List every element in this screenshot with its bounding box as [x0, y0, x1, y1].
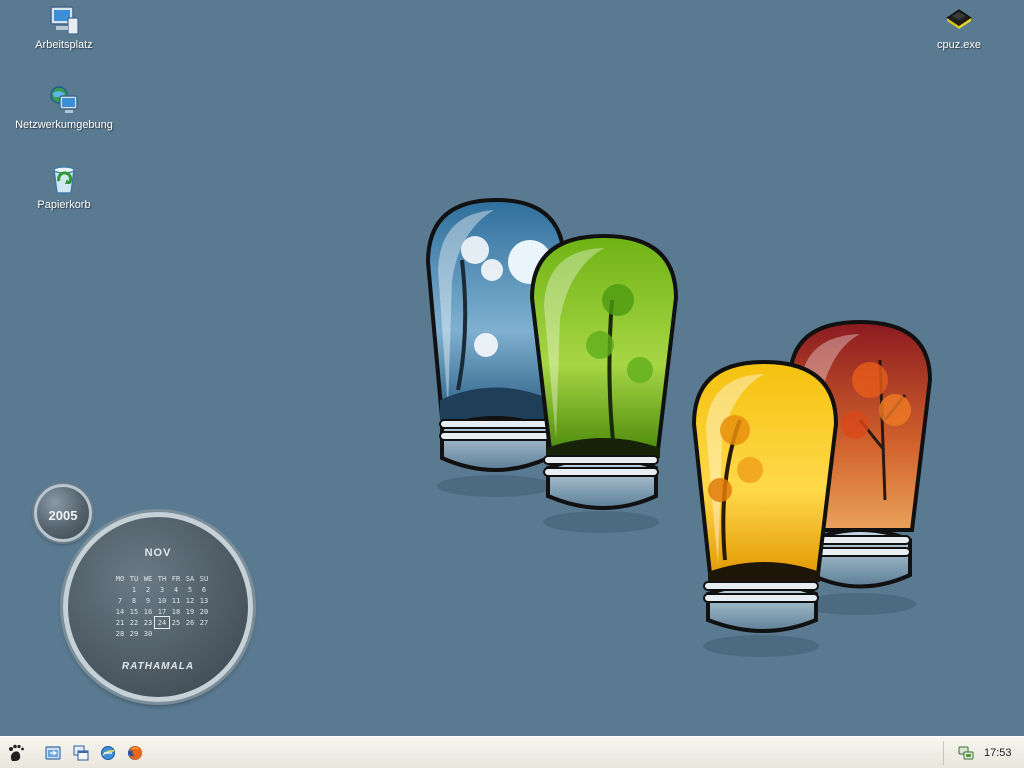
calendar-day — [169, 628, 183, 639]
calendar-day: 12 — [185, 596, 195, 605]
calendar-day: 25 — [171, 618, 181, 627]
calendar-weekday: SA — [185, 574, 195, 583]
firefox-icon — [128, 746, 142, 760]
calendar-week-row: 28 29 30 — [113, 628, 211, 639]
calendar-widget: NOV MO TU WE TH FR SA SU 1 2 3 4 5 6 7 8… — [63, 512, 253, 702]
cpu-chip-icon — [946, 9, 972, 29]
calendar-weekday: SU — [199, 574, 209, 583]
calendar-day: 29 — [129, 629, 139, 638]
desktop-icon-arbeitsplatz[interactable]: Arbeitsplatz — [9, 4, 119, 51]
window-switch-icon — [73, 745, 89, 761]
calendar-weekday: WE — [143, 574, 153, 583]
calendar-day: 27 — [199, 618, 209, 627]
calendar-day: 15 — [129, 607, 139, 616]
calendar-week-row: 1 2 3 4 5 6 — [113, 584, 211, 595]
desktop-icon-label: Arbeitsplatz — [35, 39, 93, 51]
calendar-day — [155, 628, 169, 639]
quick-launch-window-switch[interactable] — [71, 743, 91, 763]
quick-launch-internet-explorer[interactable] — [98, 743, 118, 763]
calendar-day: 8 — [131, 596, 137, 605]
calendar-weekday: MO — [115, 574, 125, 583]
calendar-day: 3 — [159, 585, 165, 594]
calendar-day: 28 — [115, 629, 125, 638]
calendar-day: 26 — [185, 618, 195, 627]
quick-launch-firefox[interactable] — [125, 743, 145, 763]
calendar-grid: MO TU WE TH FR SA SU 1 2 3 4 5 6 7 8 9 1… — [113, 573, 211, 639]
calendar-day: 6 — [201, 585, 207, 594]
calendar-year-bubble: 2005 — [34, 484, 92, 542]
calendar-day: 10 — [157, 596, 167, 605]
calendar-day: 4 — [173, 585, 179, 594]
calendar-day: 20 — [199, 607, 209, 616]
calendar-day: 16 — [143, 607, 153, 616]
taskbar: 17:53 — [0, 736, 1024, 768]
calendar-day: 21 — [115, 618, 125, 627]
calendar-week-row: 7 8 9 10 11 12 13 — [113, 595, 211, 606]
calendar-day: 1 — [131, 585, 137, 594]
calendar-weekday: TH — [157, 574, 167, 583]
calendar-day: 18 — [171, 607, 181, 616]
calendar-day: 2 — [145, 585, 151, 594]
calendar-day: 17 — [157, 607, 167, 616]
desktop-icon-label: Netzwerkumgebung — [15, 119, 113, 131]
calendar-weekday-row: MO TU WE TH FR SA SU — [113, 573, 211, 584]
gnome-foot-icon — [9, 744, 24, 761]
calendar-day: 11 — [171, 596, 181, 605]
calendar-week-row: 14 15 16 17 18 19 20 — [113, 606, 211, 617]
desktop-icon-label: cpuz.exe — [936, 39, 982, 51]
calendar-day — [197, 628, 211, 639]
calendar-day: 22 — [129, 618, 139, 627]
calendar-day — [113, 584, 127, 595]
calendar-weekday: FR — [171, 574, 181, 583]
start-button[interactable] — [6, 743, 26, 763]
calendar-day: 5 — [187, 585, 193, 594]
desktop-icon-papierkorb[interactable]: Papierkorb — [9, 164, 119, 211]
desktop: Arbeitsplatz Netzwerkumgebung Papierkorb… — [0, 0, 1024, 736]
desktop-icon-cpuz[interactable]: cpuz.exe — [904, 4, 1014, 51]
calendar-day-today: 24 — [154, 616, 170, 629]
spring-capsule — [529, 233, 679, 510]
summer-capsule — [691, 359, 839, 633]
calendar-day — [183, 628, 197, 639]
desktop-icon-label: Papierkorb — [37, 199, 91, 211]
system-tray: 17:53 — [943, 741, 1024, 765]
quick-launch-show-desktop[interactable] — [43, 743, 63, 763]
network-tray-icon — [958, 746, 974, 760]
calendar-day: 9 — [145, 596, 151, 605]
my-computer-icon — [50, 6, 79, 35]
calendar-day: 14 — [115, 607, 125, 616]
calendar-weekday: TU — [129, 574, 139, 583]
tray-clock[interactable]: 17:53 — [984, 747, 1012, 759]
calendar-day: 7 — [117, 596, 123, 605]
network-tray-button[interactable] — [958, 745, 974, 761]
calendar-day: 13 — [199, 596, 209, 605]
calendar-day: 30 — [143, 629, 153, 638]
desktop-icon-netzwerkumgebung[interactable]: Netzwerkumgebung — [9, 84, 119, 131]
internet-explorer-icon — [101, 746, 115, 760]
calendar-month: NOV — [144, 547, 172, 559]
calendar-day: 19 — [185, 607, 195, 616]
calendar-brand: RATHAMALA — [121, 661, 195, 672]
calendar-day: 23 — [143, 618, 153, 627]
show-desktop-icon — [45, 746, 61, 760]
recycle-bin-icon — [53, 166, 75, 194]
calendar-week-row: 21 22 23 24 25 26 27 — [113, 616, 211, 629]
network-places-icon — [50, 86, 78, 113]
